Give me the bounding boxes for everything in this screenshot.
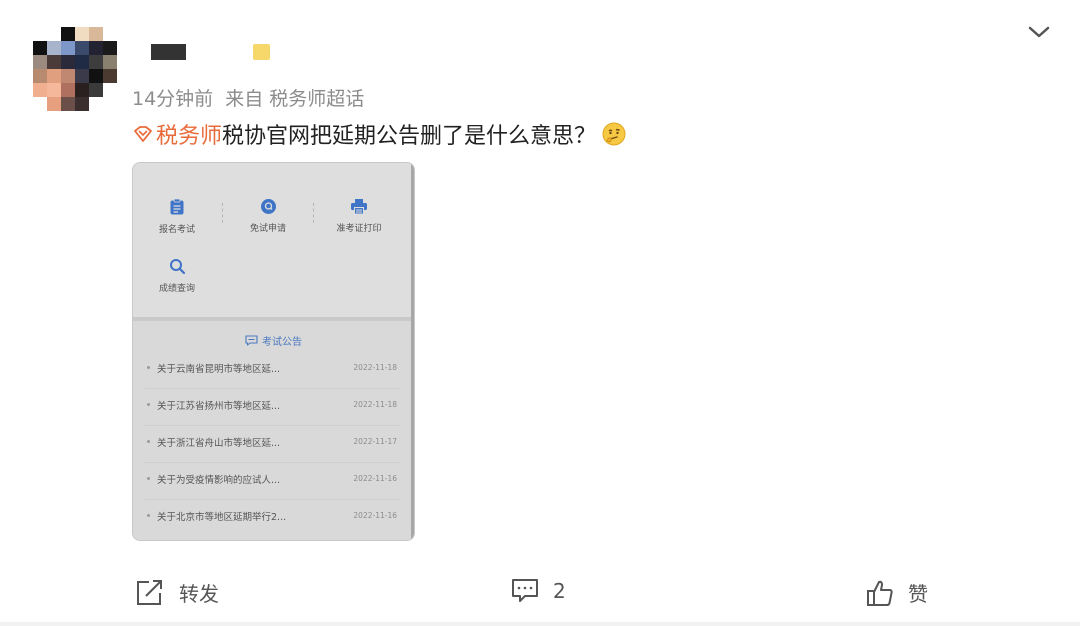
service-label: 准考证打印 [336,224,382,234]
notice-date: 2022-11-16 [353,511,397,520]
printer-icon [351,199,367,215]
thinking-emoji-icon [602,122,626,146]
post-time: 14分钟前 [132,88,214,110]
list-item: 关于云南省昆明市等地区延... 2022-11-18 [145,351,401,389]
notice-title: 关于为受疫情影响的应试人... [157,475,281,486]
notice-date: 2022-11-16 [353,474,397,483]
divider [313,203,314,223]
bullet [147,514,150,517]
bullet [147,477,150,480]
supertopic-icon [134,126,152,142]
notice-title: 关于浙江省舟山市等地区延... [157,438,281,449]
list-item: 关于江苏省扬州市等地区延... 2022-11-18 [145,388,401,426]
post-text: 税务师 税协官网把延期公告删了是什么意思？ [132,118,626,150]
comment-button[interactable]: 2 [511,578,566,604]
scroll-edge [411,163,414,540]
share-icon [137,579,162,605]
thumbs-up-icon [867,580,893,606]
username-redacted[interactable] [151,44,186,60]
clipboard-icon [170,198,184,215]
notice-title: 关于云南省昆明市等地区延... [157,364,281,375]
comment-count[interactable]: 2 [553,579,566,603]
bullet [147,366,150,369]
repost-label[interactable]: 转发 [179,578,219,607]
like-label[interactable]: 赞 [908,578,928,607]
notice-title: 关于北京市等地区延期举行2... [157,512,287,523]
service-score-query: 成绩查询 [137,258,217,294]
message-icon [245,335,258,346]
search-icon [169,259,185,275]
notice-heading: 考试公告 [133,333,414,348]
topic-label[interactable]: 税务师 [156,118,222,150]
notice-date: 2022-11-18 [353,363,397,372]
service-apply-exam: 报名考试 [137,198,217,235]
bullet [147,403,150,406]
bullet [147,440,150,443]
chevron-down-icon[interactable] [1026,22,1052,42]
badge-icon [260,199,276,214]
notice-date: 2022-11-17 [353,437,397,446]
post-meta: 14分钟前 来自 税务师超话 [132,84,376,111]
service-label: 成绩查询 [158,284,195,294]
list-item: 关于为受疫情影响的应试人... 2022-11-16 [145,462,401,500]
service-exemption: 免试申请 [228,198,308,234]
divider [222,203,223,223]
service-label: 报名考试 [158,225,195,235]
service-label: 免试申请 [249,224,286,234]
action-bar: 转发 2 赞 [0,570,1080,614]
notice-heading-label: 考试公告 [262,337,302,348]
avatar[interactable] [33,27,117,111]
user-badge [253,44,270,60]
post-source[interactable]: 来自 税务师超话 [225,88,364,110]
list-item: 关于北京市等地区延期举行2... 2022-11-16 [145,499,401,536]
attached-image[interactable]: 报名考试 免试申请 准考证打印 成绩查询 考试公告 关于云南省昆明市等地区延..… [132,162,415,541]
topic-link[interactable]: 税务师 [132,118,222,150]
notice-date: 2022-11-18 [353,400,397,409]
service-print-ticket: 准考证打印 [319,198,399,234]
list-item: 关于浙江省舟山市等地区延... 2022-11-17 [145,425,401,463]
comment-icon [512,579,538,602]
like-button[interactable]: 赞 [866,578,928,607]
notice-list: 考试公告 关于云南省昆明市等地区延... 2022-11-18 关于江苏省扬州市… [133,321,414,540]
notice-title: 关于江苏省扬州市等地区延... [157,401,281,412]
repost-button[interactable]: 转发 [135,578,219,607]
service-grid: 报名考试 免试申请 准考证打印 成绩查询 [133,163,414,319]
divider [0,622,1080,626]
post-body: 税协官网把延期公告删了是什么意思？ [222,124,597,149]
